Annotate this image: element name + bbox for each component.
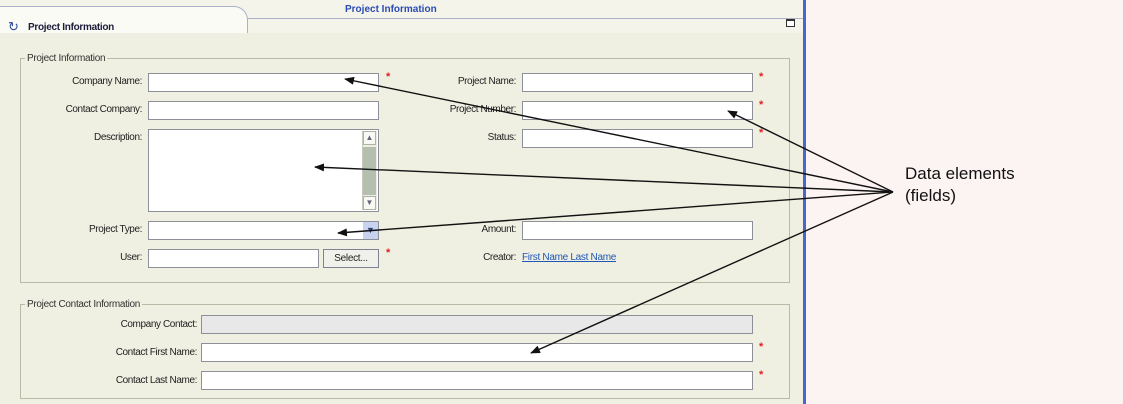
arrow-to-project-type — [337, 191, 894, 237]
annotation-line-2: (fields) — [905, 186, 957, 205]
annotation-label: Data elements (fields) — [905, 163, 1015, 207]
arrow-to-contact-first-name — [530, 191, 894, 354]
arrow-to-project-number — [727, 110, 894, 193]
arrow-to-description — [314, 163, 894, 193]
arrow-to-company-name — [344, 76, 894, 193]
annotation-line-1: Data elements — [905, 164, 1015, 183]
